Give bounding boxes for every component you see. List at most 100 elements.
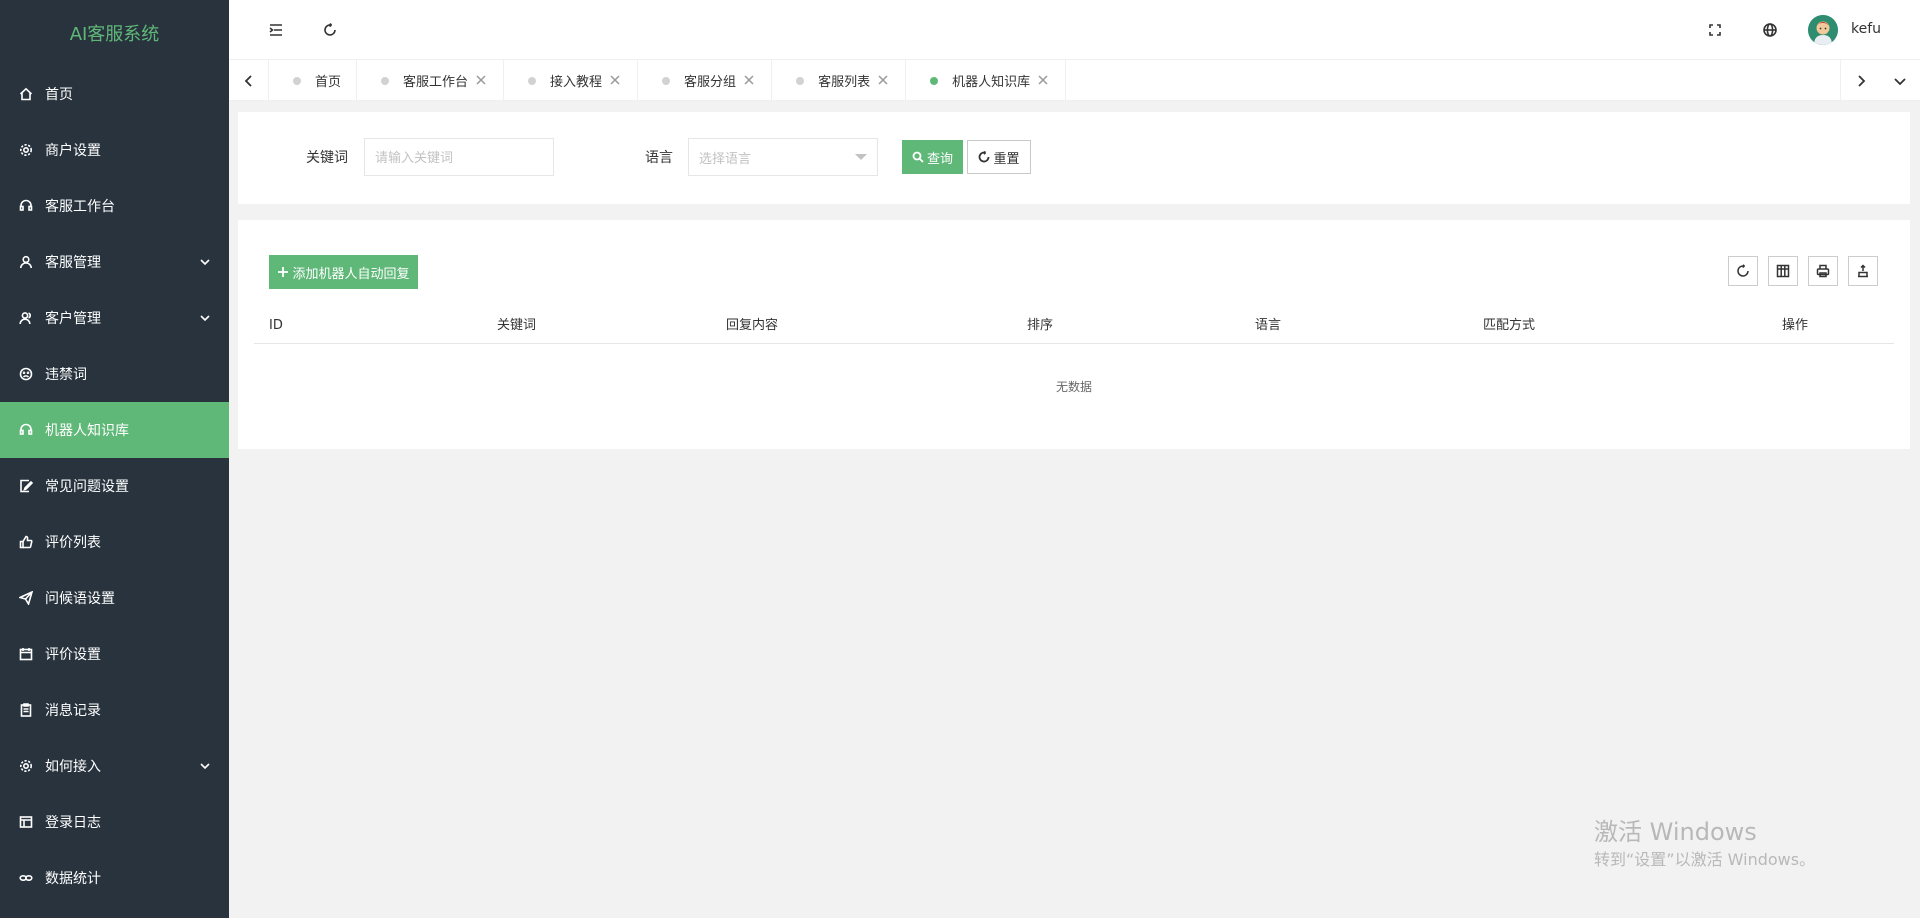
query-button[interactable]: 查询 [902, 140, 963, 174]
sidebar-item-how-to-integrate[interactable]: 如何接入 [0, 738, 229, 794]
column-header-match-mode[interactable]: 匹配方式 [1483, 308, 1535, 344]
sidebar-item-label: 客户管理 [45, 311, 101, 327]
tab-label: 机器人知识库 [952, 75, 1031, 90]
sidebar-item-label: 商户设置 [45, 143, 101, 159]
sidebar-item-label: 评价列表 [45, 535, 101, 551]
app-logo: AI客服系统 [69, 24, 160, 45]
close-icon[interactable] [610, 74, 622, 87]
table-icon [19, 815, 33, 829]
activation-watermark-subtitle: 转到“设置”以激活 Windows。 [1594, 850, 1816, 869]
query-button-label: 查询 [926, 151, 953, 167]
caret-down-icon [855, 154, 867, 160]
add-robot-reply-button[interactable]: 添加机器人自动回复 [269, 255, 418, 289]
globe-icon[interactable] [1760, 20, 1780, 40]
users-icon [19, 311, 33, 325]
tab-dot [930, 76, 939, 85]
sidebar-item-label: 机器人知识库 [45, 423, 129, 439]
tab-agent-groups[interactable]: 客服分组 [638, 60, 773, 101]
column-header-id[interactable]: ID [269, 308, 283, 344]
sidebar-item-customer-management[interactable]: 客户管理 [0, 290, 229, 346]
face-icon [19, 367, 33, 381]
fullscreen-icon[interactable] [1705, 20, 1725, 40]
tab-prev-button[interactable] [229, 60, 269, 101]
gear-icon [19, 759, 33, 773]
chevron-right-icon [1857, 74, 1865, 87]
sidebar-item-greeting-settings[interactable]: 问候语设置 [0, 570, 229, 626]
clipboard-icon [19, 703, 33, 717]
empty-table-message: 无数据 [1055, 380, 1092, 394]
sidebar-item-banned-words[interactable]: 违禁词 [0, 346, 229, 402]
close-icon[interactable] [1038, 74, 1050, 87]
column-filter-button[interactable] [1768, 256, 1798, 286]
home-icon [19, 87, 33, 101]
link-icon [19, 871, 33, 885]
refresh-icon[interactable] [320, 20, 340, 40]
sidebar-item-label: 常见问题设置 [45, 479, 129, 495]
tab-label: 客服列表 [818, 75, 871, 90]
tab-dot [662, 76, 671, 85]
tab-next-button[interactable] [1840, 60, 1880, 101]
tab-integration-tutorial[interactable]: 接入教程 [504, 60, 639, 101]
keyword-input[interactable] [364, 138, 554, 176]
sidebar-menu: 首页 商户设置 客服工作台 客服管理 客户管理 违禁词 机器人知识库 常见问题设… [0, 66, 229, 906]
close-icon[interactable] [878, 74, 890, 87]
sidebar-item-review-list[interactable]: 评价列表 [0, 514, 229, 570]
sidebar-item-agent-management[interactable]: 客服管理 [0, 234, 229, 290]
search-form: 关键词 语言 选择语言 查询 重置 [238, 112, 1910, 204]
sidebar-item-label: 首页 [45, 87, 73, 103]
data-table-card: 添加机器人自动回复 ID 关键词 回复内容 排序 语言 匹配方式 操作 无数据 [238, 220, 1910, 449]
tab-menu-button[interactable] [1880, 60, 1920, 101]
username[interactable]: kefu [1851, 21, 1881, 37]
sidebar-item-label: 客服管理 [45, 255, 101, 271]
sidebar-item-workbench[interactable]: 客服工作台 [0, 178, 229, 234]
column-header-sort[interactable]: 排序 [1027, 308, 1053, 344]
column-header-reply-content[interactable]: 回复内容 [726, 308, 778, 344]
export-button[interactable] [1848, 256, 1878, 286]
language-select[interactable]: 选择语言 [688, 138, 878, 176]
sidebar-item-robot-knowledge[interactable]: 机器人知识库 [0, 402, 229, 458]
edit-icon [19, 479, 33, 493]
tab-robot-knowledge[interactable]: 机器人知识库 [906, 60, 1067, 101]
tab-dot [796, 76, 805, 85]
sidebar-item-home[interactable]: 首页 [0, 66, 229, 122]
column-header-keyword[interactable]: 关键词 [497, 308, 536, 344]
sidebar-item-faq-settings[interactable]: 常见问题设置 [0, 458, 229, 514]
menu-toggle-icon[interactable] [266, 20, 286, 40]
chevron-down-icon [199, 312, 211, 324]
sidebar-item-message-records[interactable]: 消息记录 [0, 682, 229, 738]
column-header-actions[interactable]: 操作 [1782, 308, 1808, 344]
close-icon[interactable] [744, 74, 756, 87]
close-icon[interactable] [476, 74, 488, 87]
column-header-language[interactable]: 语言 [1255, 308, 1281, 344]
plus-icon [278, 267, 289, 277]
tab-bar: 首页 客服工作台 接入教程 客服分组 客服列表 机器人知识库 [229, 60, 1920, 101]
sidebar-item-label: 如何接入 [45, 759, 101, 775]
chevron-down-icon [199, 760, 211, 772]
print-button[interactable] [1808, 256, 1838, 286]
tab-workbench[interactable]: 客服工作台 [357, 60, 505, 101]
headset-icon [19, 199, 33, 213]
language-select-placeholder: 选择语言 [699, 151, 752, 167]
avatar[interactable] [1808, 15, 1838, 45]
calendar-icon [19, 647, 33, 661]
sidebar-item-login-log[interactable]: 登录日志 [0, 794, 229, 850]
sidebar-item-label: 数据统计 [45, 871, 101, 887]
chevron-down-icon [1894, 77, 1906, 85]
columns-icon [1776, 264, 1790, 278]
headset-icon [19, 423, 33, 437]
tab-agent-list[interactable]: 客服列表 [772, 60, 907, 101]
sidebar-item-review-settings[interactable]: 评价设置 [0, 626, 229, 682]
sidebar-item-label: 问候语设置 [45, 591, 115, 607]
sidebar-item-merchant-settings[interactable]: 商户设置 [0, 122, 229, 178]
tab-label: 接入教程 [550, 75, 603, 90]
language-label: 语言 [645, 150, 673, 166]
refresh-icon [979, 151, 990, 163]
reset-button-label: 重置 [993, 151, 1020, 167]
sidebar-item-statistics[interactable]: 数据统计 [0, 850, 229, 906]
reset-button[interactable]: 重置 [967, 140, 1031, 174]
tab-home[interactable]: 首页 [269, 60, 358, 101]
table-refresh-button[interactable] [1728, 256, 1758, 286]
top-header: kefu [229, 0, 1920, 60]
tab-label: 客服分组 [684, 75, 737, 90]
tab-dot [381, 76, 390, 85]
